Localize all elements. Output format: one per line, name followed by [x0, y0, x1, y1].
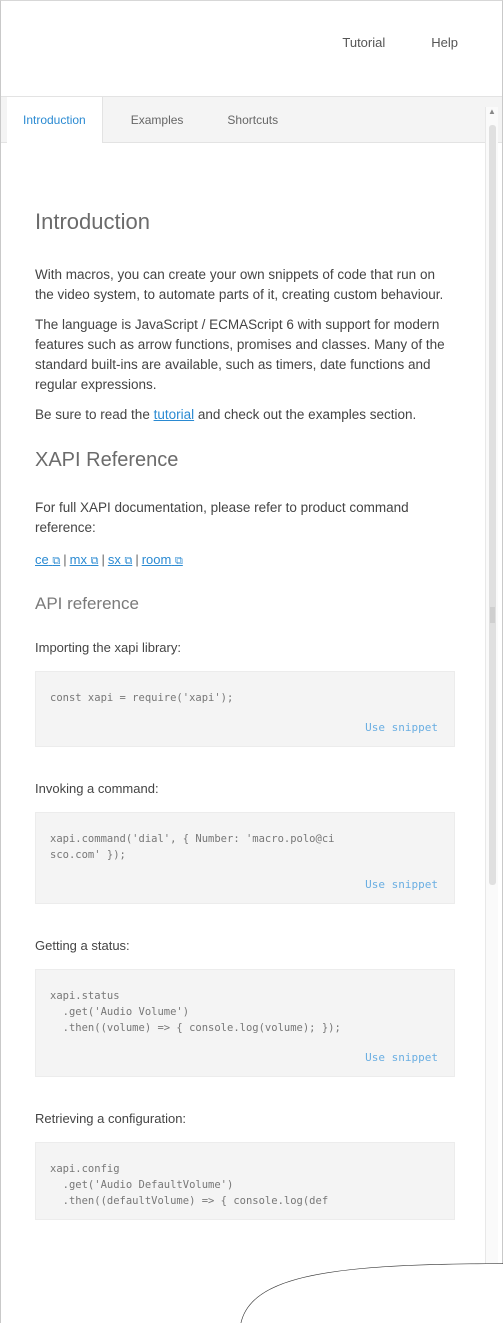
code-line: const xapi = require('xapi'); [50, 692, 234, 704]
code-line: xapi.config [50, 1163, 120, 1175]
code-block: xapi.config .get('Audio DefaultVolume') … [35, 1142, 455, 1220]
code-block: const xapi = require('xapi'); Use snippet [35, 671, 455, 747]
ref-separator: | [63, 552, 67, 567]
ref-link-room[interactable]: room ⧉ [142, 552, 183, 567]
ref-link-mx[interactable]: mx ⧉ [70, 552, 99, 567]
external-link-icon: ⧉ [90, 555, 99, 567]
introduction-heading: Introduction [35, 209, 150, 234]
snippet-label: Importing the xapi library: [35, 640, 181, 655]
snippet-command: Invoking a command: xapi.command('dial',… [35, 781, 455, 904]
snippet-label: Getting a status: [35, 938, 130, 953]
external-link-icon: ⧉ [174, 555, 183, 567]
page-curl-decoration [240, 1263, 503, 1323]
tutorial-inline-link[interactable]: tutorial [154, 407, 195, 422]
use-snippet-button[interactable]: Use snippet [359, 874, 444, 895]
code-line: .get('Audio DefaultVolume') [50, 1179, 234, 1191]
xapi-reference-text: For full XAPI documentation, please refe… [35, 500, 409, 535]
snippet-import: Importing the xapi library: const xapi =… [35, 640, 455, 747]
intro-text-after: and check out the examples section. [194, 407, 417, 422]
top-nav: Tutorial Help [342, 35, 458, 50]
use-snippet-button[interactable]: Use snippet [359, 1047, 444, 1068]
code-line: xapi.command('dial', { Number: 'macro.po… [50, 833, 335, 845]
code-line: sco.com' }); [50, 849, 126, 861]
external-link-icon: ⧉ [52, 555, 61, 567]
vertical-scrollbar[interactable]: ▲ [485, 107, 498, 1323]
code-line: xapi.status [50, 990, 120, 1002]
code-block: xapi.status .get('Audio Volume') .then((… [35, 969, 455, 1077]
code-block: xapi.command('dial', { Number: 'macro.po… [35, 812, 455, 904]
code-line: .then((volume) => { console.log(volume);… [50, 1022, 341, 1034]
scrollbar-thumb[interactable] [489, 125, 496, 885]
xapi-reference-heading: XAPI Reference [35, 449, 179, 471]
snippet-config: Retrieving a configuration: xapi.config … [35, 1111, 455, 1220]
snippet-label: Retrieving a configuration: [35, 1111, 187, 1126]
top-bar: Tutorial Help [1, 1, 502, 97]
ref-separator: | [101, 552, 105, 567]
use-snippet-button[interactable]: Use snippet [359, 717, 444, 738]
snippet-label: Invoking a command: [35, 781, 159, 796]
reference-content: Introduction With macros, you can create… [1, 144, 485, 1254]
ref-label-sx: sx [107, 552, 121, 567]
tab-examples[interactable]: Examples [131, 97, 184, 143]
ref-link-sx[interactable]: sx ⧉ [108, 552, 132, 567]
ref-label-room: room [141, 552, 172, 567]
scroll-up-icon[interactable]: ▲ [488, 107, 496, 116]
code-line: .then((defaultVolume) => { console.log(d… [50, 1195, 329, 1207]
intro-paragraph-3: Be sure to read the tutorial and check o… [35, 405, 455, 425]
product-reference-links: ce ⧉ | mx ⧉ | sx ⧉ | room ⧉ [35, 552, 455, 568]
api-reference-heading: API reference [35, 594, 139, 613]
tutorial-link[interactable]: Tutorial [342, 35, 385, 50]
window-frame: Tutorial Help Introduction Examples Shor… [0, 0, 503, 1323]
code-line: .get('Audio Volume') [50, 1006, 190, 1018]
intro-text-before: Be sure to read the [35, 407, 154, 422]
intro-paragraph-1: With macros, you can create your own sni… [35, 267, 444, 302]
external-link-icon: ⧉ [124, 555, 133, 567]
tab-shortcuts[interactable]: Shortcuts [227, 97, 278, 143]
ref-label-mx: mx [69, 552, 87, 567]
tab-bar: Introduction Examples Shortcuts [1, 96, 502, 143]
intro-paragraph-2: The language is JavaScript / ECMAScript … [35, 317, 445, 392]
ref-separator: | [135, 552, 139, 567]
ref-label-ce: ce [35, 552, 49, 567]
scrollbar-grip [490, 607, 495, 623]
help-link[interactable]: Help [431, 35, 458, 50]
snippet-status: Getting a status: xapi.status .get('Audi… [35, 938, 455, 1077]
ref-link-ce[interactable]: ce ⧉ [35, 552, 60, 567]
tab-introduction[interactable]: Introduction [7, 96, 103, 143]
